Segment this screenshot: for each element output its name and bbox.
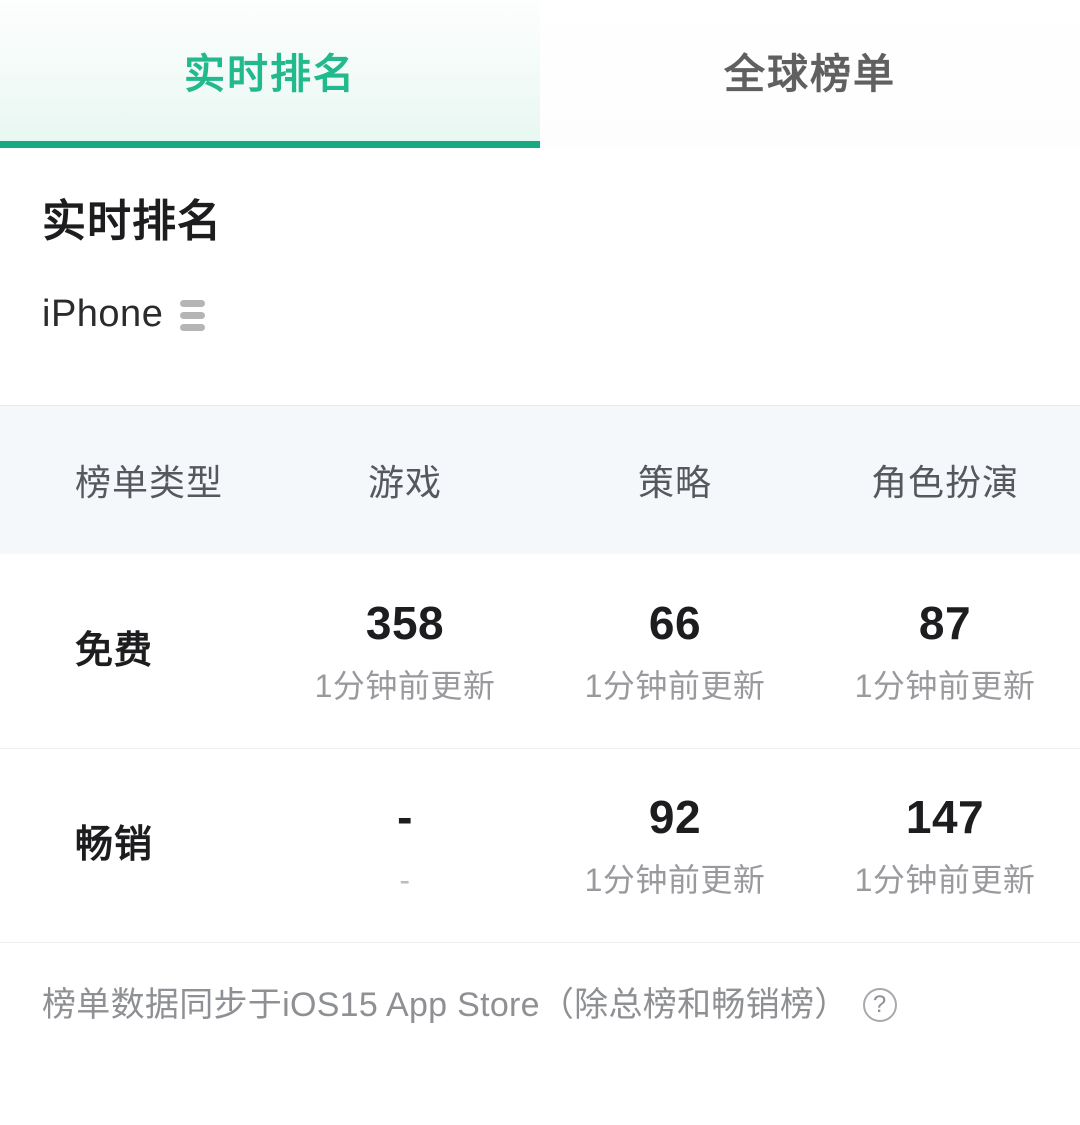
footer-note: 榜单数据同步于iOS15 App Store（除总榜和畅销榜） ? bbox=[0, 942, 1080, 1022]
row-label-grossing: 畅销 bbox=[0, 748, 270, 942]
tab-global-ranking[interactable]: 全球榜单 bbox=[540, 0, 1080, 148]
cell-free-strategy-updated: 1分钟前更新 bbox=[584, 668, 766, 704]
cell-grossing-strategy[interactable]: 92 1分钟前更新 bbox=[540, 748, 810, 942]
cell-free-strategy-value: 66 bbox=[648, 597, 702, 649]
device-selector[interactable]: iPhone bbox=[42, 295, 1038, 333]
cell-grossing-rpg[interactable]: 147 1分钟前更新 bbox=[810, 748, 1080, 942]
cell-free-games-value: 358 bbox=[365, 597, 445, 649]
table-row[interactable]: 畅销 - - 92 1分钟前更新 147 1分钟前更新 bbox=[0, 748, 1080, 942]
cell-grossing-games-updated: - bbox=[399, 862, 411, 898]
cell-free-games[interactable]: 358 1分钟前更新 bbox=[270, 554, 540, 748]
column-header-games: 游戏 bbox=[270, 406, 540, 554]
question-circle-icon[interactable]: ? bbox=[862, 988, 897, 1022]
rank-page: 实时排名 全球榜单 实时排名 iPhone 榜单类型 游戏 策略 角色扮演 免费… bbox=[0, 0, 1080, 1125]
tab-global-ranking-label: 全球榜单 bbox=[724, 50, 896, 97]
footer-note-text: 榜单数据同步于iOS15 App Store（除总榜和畅销榜） bbox=[42, 986, 849, 1024]
cell-free-rpg-value: 87 bbox=[918, 597, 972, 649]
column-header-strategy-label: 策略 bbox=[637, 462, 712, 503]
cell-free-rpg[interactable]: 87 1分钟前更新 bbox=[810, 554, 1080, 748]
cell-grossing-strategy-updated: 1分钟前更新 bbox=[584, 862, 766, 898]
cell-free-games-updated: 1分钟前更新 bbox=[314, 668, 496, 704]
list-icon bbox=[180, 297, 206, 331]
tab-realtime-ranking[interactable]: 实时排名 bbox=[0, 0, 540, 148]
row-label-grossing-text: 畅销 bbox=[75, 824, 154, 866]
cell-free-rpg-updated: 1分钟前更新 bbox=[854, 668, 1036, 704]
column-header-type: 榜单类型 bbox=[0, 406, 270, 554]
cell-grossing-games[interactable]: - - bbox=[270, 748, 540, 942]
tab-bar: 实时排名 全球榜单 bbox=[0, 0, 1080, 148]
column-header-strategy: 策略 bbox=[540, 406, 810, 554]
column-header-rpg: 角色扮演 bbox=[810, 406, 1080, 554]
cell-grossing-strategy-value: 92 bbox=[648, 791, 702, 843]
ranking-table: 榜单类型 游戏 策略 角色扮演 免费 358 1分钟前更新 66 1分钟前更新 … bbox=[0, 406, 1080, 942]
table-row[interactable]: 免费 358 1分钟前更新 66 1分钟前更新 87 1分钟前更新 bbox=[0, 554, 1080, 748]
column-header-rpg-label: 角色扮演 bbox=[870, 462, 1019, 503]
row-label-free-text: 免费 bbox=[75, 630, 154, 672]
cell-grossing-rpg-value: 147 bbox=[905, 791, 985, 843]
header-section: 实时排名 iPhone bbox=[0, 148, 1080, 406]
cell-grossing-rpg-updated: 1分钟前更新 bbox=[854, 862, 1036, 898]
column-header-games-label: 游戏 bbox=[367, 462, 442, 503]
tab-realtime-ranking-label: 实时排名 bbox=[184, 50, 356, 97]
column-header-type-label: 榜单类型 bbox=[75, 462, 224, 503]
cell-free-strategy[interactable]: 66 1分钟前更新 bbox=[540, 554, 810, 748]
page-title: 实时排名 bbox=[42, 197, 222, 246]
table-header-row: 榜单类型 游戏 策略 角色扮演 bbox=[0, 406, 1080, 554]
row-label-free: 免费 bbox=[0, 554, 270, 748]
cell-grossing-games-value: - bbox=[397, 791, 413, 843]
device-name-label: iPhone bbox=[42, 293, 164, 335]
